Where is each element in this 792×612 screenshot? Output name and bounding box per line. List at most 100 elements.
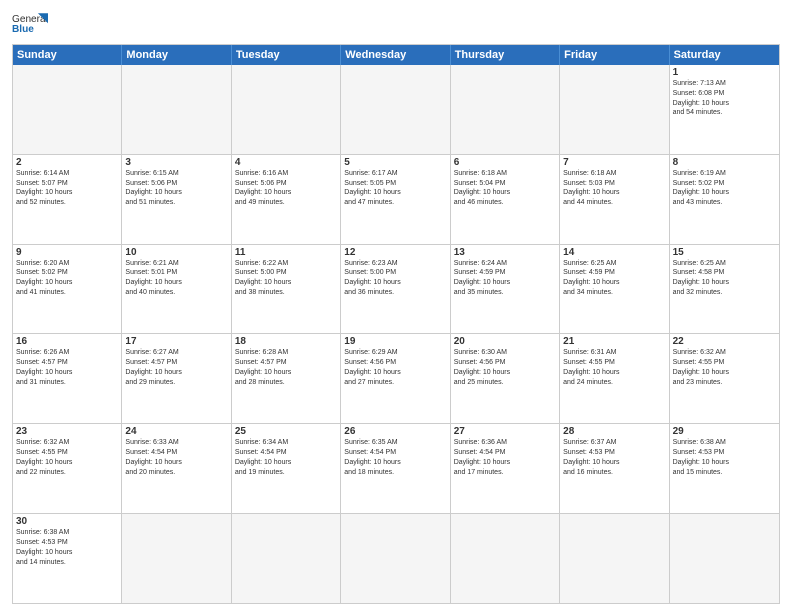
calendar-cell: 20Sunrise: 6:30 AM Sunset: 4:56 PM Dayli… [451, 334, 560, 423]
day-info: Sunrise: 6:20 AM Sunset: 5:02 PM Dayligh… [16, 259, 118, 298]
day-number: 13 [454, 247, 556, 258]
day-number: 26 [344, 426, 446, 437]
header-day-sunday: Sunday [13, 45, 122, 65]
day-number: 2 [16, 157, 118, 168]
calendar-cell: 3Sunrise: 6:15 AM Sunset: 5:06 PM Daylig… [122, 155, 231, 244]
day-info: Sunrise: 6:25 AM Sunset: 4:58 PM Dayligh… [673, 259, 776, 298]
calendar-cell: 7Sunrise: 6:18 AM Sunset: 5:03 PM Daylig… [560, 155, 669, 244]
day-info: Sunrise: 6:21 AM Sunset: 5:01 PM Dayligh… [125, 259, 227, 298]
calendar-cell [560, 514, 669, 603]
calendar-cell: 15Sunrise: 6:25 AM Sunset: 4:58 PM Dayli… [670, 245, 779, 334]
day-number: 23 [16, 426, 118, 437]
day-number: 12 [344, 247, 446, 258]
day-number: 20 [454, 336, 556, 347]
calendar-cell: 1Sunrise: 7:13 AM Sunset: 6:08 PM Daylig… [670, 65, 779, 154]
day-info: Sunrise: 6:18 AM Sunset: 5:03 PM Dayligh… [563, 169, 665, 208]
calendar-cell [451, 65, 560, 154]
day-number: 5 [344, 157, 446, 168]
day-number: 4 [235, 157, 337, 168]
calendar-cell [560, 65, 669, 154]
day-info: Sunrise: 6:29 AM Sunset: 4:56 PM Dayligh… [344, 348, 446, 387]
header: General Blue [12, 10, 780, 38]
day-info: Sunrise: 6:15 AM Sunset: 5:06 PM Dayligh… [125, 169, 227, 208]
calendar-cell: 13Sunrise: 6:24 AM Sunset: 4:59 PM Dayli… [451, 245, 560, 334]
calendar-cell: 8Sunrise: 6:19 AM Sunset: 5:02 PM Daylig… [670, 155, 779, 244]
calendar-cell [451, 514, 560, 603]
day-info: Sunrise: 6:19 AM Sunset: 5:02 PM Dayligh… [673, 169, 776, 208]
calendar: SundayMondayTuesdayWednesdayThursdayFrid… [12, 44, 780, 604]
day-info: Sunrise: 6:17 AM Sunset: 5:05 PM Dayligh… [344, 169, 446, 208]
day-info: Sunrise: 6:37 AM Sunset: 4:53 PM Dayligh… [563, 438, 665, 477]
calendar-cell: 26Sunrise: 6:35 AM Sunset: 4:54 PM Dayli… [341, 424, 450, 513]
day-number: 17 [125, 336, 227, 347]
day-number: 19 [344, 336, 446, 347]
day-number: 30 [16, 516, 118, 527]
day-number: 1 [673, 67, 776, 78]
calendar-cell: 11Sunrise: 6:22 AM Sunset: 5:00 PM Dayli… [232, 245, 341, 334]
calendar-cell [122, 514, 231, 603]
day-number: 10 [125, 247, 227, 258]
calendar-cell: 17Sunrise: 6:27 AM Sunset: 4:57 PM Dayli… [122, 334, 231, 423]
day-number: 16 [16, 336, 118, 347]
day-info: Sunrise: 6:38 AM Sunset: 4:53 PM Dayligh… [673, 438, 776, 477]
day-number: 7 [563, 157, 665, 168]
day-info: Sunrise: 6:26 AM Sunset: 4:57 PM Dayligh… [16, 348, 118, 387]
day-number: 18 [235, 336, 337, 347]
calendar-row-3: 16Sunrise: 6:26 AM Sunset: 4:57 PM Dayli… [13, 334, 779, 424]
calendar-row-0: 1Sunrise: 7:13 AM Sunset: 6:08 PM Daylig… [13, 65, 779, 155]
calendar-cell [232, 65, 341, 154]
calendar-cell: 2Sunrise: 6:14 AM Sunset: 5:07 PM Daylig… [13, 155, 122, 244]
calendar-cell [670, 514, 779, 603]
calendar-cell [13, 65, 122, 154]
day-info: Sunrise: 6:18 AM Sunset: 5:04 PM Dayligh… [454, 169, 556, 208]
day-number: 15 [673, 247, 776, 258]
day-number: 27 [454, 426, 556, 437]
calendar-cell: 6Sunrise: 6:18 AM Sunset: 5:04 PM Daylig… [451, 155, 560, 244]
day-number: 25 [235, 426, 337, 437]
calendar-cell: 24Sunrise: 6:33 AM Sunset: 4:54 PM Dayli… [122, 424, 231, 513]
calendar-cell: 27Sunrise: 6:36 AM Sunset: 4:54 PM Dayli… [451, 424, 560, 513]
calendar-row-1: 2Sunrise: 6:14 AM Sunset: 5:07 PM Daylig… [13, 155, 779, 245]
header-day-tuesday: Tuesday [232, 45, 341, 65]
general-blue-logo: General Blue [12, 10, 48, 38]
day-number: 9 [16, 247, 118, 258]
calendar-cell [341, 65, 450, 154]
calendar-cell [232, 514, 341, 603]
calendar-cell: 22Sunrise: 6:32 AM Sunset: 4:55 PM Dayli… [670, 334, 779, 423]
calendar-cell: 19Sunrise: 6:29 AM Sunset: 4:56 PM Dayli… [341, 334, 450, 423]
header-day-thursday: Thursday [451, 45, 560, 65]
day-info: Sunrise: 6:27 AM Sunset: 4:57 PM Dayligh… [125, 348, 227, 387]
calendar-cell: 5Sunrise: 6:17 AM Sunset: 5:05 PM Daylig… [341, 155, 450, 244]
day-number: 8 [673, 157, 776, 168]
header-day-wednesday: Wednesday [341, 45, 450, 65]
day-info: Sunrise: 6:36 AM Sunset: 4:54 PM Dayligh… [454, 438, 556, 477]
day-number: 14 [563, 247, 665, 258]
calendar-row-5: 30Sunrise: 6:38 AM Sunset: 4:53 PM Dayli… [13, 514, 779, 603]
calendar-cell [341, 514, 450, 603]
calendar-cell: 30Sunrise: 6:38 AM Sunset: 4:53 PM Dayli… [13, 514, 122, 603]
day-info: Sunrise: 6:34 AM Sunset: 4:54 PM Dayligh… [235, 438, 337, 477]
header-day-friday: Friday [560, 45, 669, 65]
page: General Blue SundayMondayTuesdayWednesda… [0, 0, 792, 612]
logo-wrapper: General Blue [12, 10, 50, 38]
calendar-header: SundayMondayTuesdayWednesdayThursdayFrid… [13, 45, 779, 65]
svg-text:Blue: Blue [12, 24, 34, 35]
day-number: 21 [563, 336, 665, 347]
day-info: Sunrise: 6:24 AM Sunset: 4:59 PM Dayligh… [454, 259, 556, 298]
calendar-cell: 28Sunrise: 6:37 AM Sunset: 4:53 PM Dayli… [560, 424, 669, 513]
calendar-cell: 18Sunrise: 6:28 AM Sunset: 4:57 PM Dayli… [232, 334, 341, 423]
day-info: Sunrise: 6:35 AM Sunset: 4:54 PM Dayligh… [344, 438, 446, 477]
calendar-cell: 23Sunrise: 6:32 AM Sunset: 4:55 PM Dayli… [13, 424, 122, 513]
day-info: Sunrise: 6:14 AM Sunset: 5:07 PM Dayligh… [16, 169, 118, 208]
day-info: Sunrise: 6:23 AM Sunset: 5:00 PM Dayligh… [344, 259, 446, 298]
day-info: Sunrise: 6:22 AM Sunset: 5:00 PM Dayligh… [235, 259, 337, 298]
day-number: 11 [235, 247, 337, 258]
calendar-cell: 14Sunrise: 6:25 AM Sunset: 4:59 PM Dayli… [560, 245, 669, 334]
day-number: 3 [125, 157, 227, 168]
calendar-cell: 12Sunrise: 6:23 AM Sunset: 5:00 PM Dayli… [341, 245, 450, 334]
calendar-cell: 4Sunrise: 6:16 AM Sunset: 5:06 PM Daylig… [232, 155, 341, 244]
calendar-cell: 29Sunrise: 6:38 AM Sunset: 4:53 PM Dayli… [670, 424, 779, 513]
calendar-body: 1Sunrise: 7:13 AM Sunset: 6:08 PM Daylig… [13, 65, 779, 603]
day-info: Sunrise: 6:16 AM Sunset: 5:06 PM Dayligh… [235, 169, 337, 208]
calendar-cell: 10Sunrise: 6:21 AM Sunset: 5:01 PM Dayli… [122, 245, 231, 334]
